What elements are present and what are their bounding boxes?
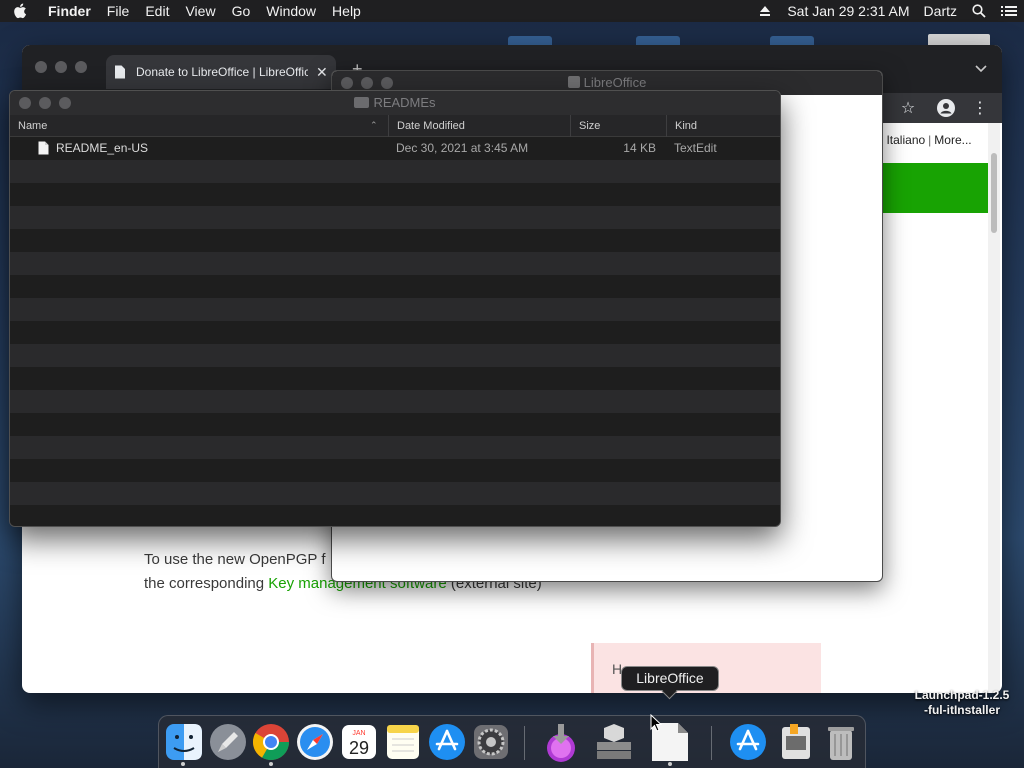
close-window-button[interactable] — [35, 61, 47, 73]
file-name: README_en-US — [56, 141, 149, 155]
document-icon — [38, 141, 49, 155]
dock: JAN 29 — [158, 715, 866, 768]
empty-row — [10, 229, 780, 252]
finder-icon[interactable] — [164, 722, 204, 762]
file-kind: TextEdit — [674, 141, 717, 155]
menu-app-name[interactable]: Finder — [40, 0, 99, 22]
apple-menu-icon[interactable] — [0, 0, 40, 22]
disk-utility-icon[interactable] — [594, 722, 634, 762]
safari-icon[interactable] — [295, 722, 335, 762]
running-indicator — [668, 762, 672, 766]
running-indicator — [269, 762, 273, 766]
list-header: Name ⌃ Date Modified Size Kind — [10, 115, 780, 137]
system-preferences-icon[interactable] — [471, 722, 511, 762]
desktop-item-label[interactable]: Launchpad-1.2.5 -ful-itInstaller — [900, 688, 1024, 718]
empty-row — [10, 275, 780, 298]
profile-avatar-icon[interactable] — [936, 98, 956, 118]
file-date: Dec 30, 2021 at 3:45 AM — [396, 141, 529, 155]
control-center-icon[interactable] — [994, 0, 1024, 22]
menu-go[interactable]: Go — [224, 0, 259, 22]
page-scrollbar[interactable] — [988, 123, 1000, 693]
dock-separator — [711, 726, 712, 760]
file-row[interactable]: README_en-US Dec 30, 2021 at 3:45 AM 14 … — [10, 137, 780, 160]
column-header-name[interactable]: Name — [10, 115, 388, 137]
empty-row — [10, 390, 780, 413]
column-header-kind[interactable]: Kind — [666, 115, 780, 137]
trash-icon[interactable] — [821, 722, 861, 762]
file-size: 14 KB — [623, 141, 656, 155]
running-indicator — [181, 762, 185, 766]
eject-icon[interactable] — [750, 0, 780, 22]
bookmark-star-icon[interactable]: ☆ — [898, 98, 918, 118]
empty-row — [10, 160, 780, 183]
empty-row — [10, 436, 780, 459]
column-header-size[interactable]: Size — [570, 115, 666, 137]
empty-row — [10, 482, 780, 505]
sort-ascending-icon: ⌃ — [370, 120, 378, 130]
empty-row — [10, 505, 780, 526]
tab-title: Donate to LibreOffice | LibreOffice — [136, 65, 308, 79]
downloads-folder-icon[interactable] — [776, 722, 816, 762]
menu-user[interactable]: Dartz — [917, 0, 964, 22]
chrome-icon[interactable] — [251, 722, 291, 762]
empty-row — [10, 413, 780, 436]
empty-row — [10, 344, 780, 367]
svg-text:JAN: JAN — [352, 730, 365, 737]
menu-view[interactable]: View — [177, 0, 223, 22]
launchpad-icon[interactable] — [208, 722, 248, 762]
app-store-folder-icon[interactable] — [728, 722, 768, 762]
page-icon — [115, 65, 125, 79]
column-header-date[interactable]: Date Modified — [388, 115, 570, 137]
scrollbar-thumb[interactable] — [991, 153, 997, 233]
empty-row — [10, 252, 780, 275]
finder-titlebar[interactable]: READMEs — [10, 91, 780, 115]
menu-edit[interactable]: Edit — [137, 0, 177, 22]
menu-help[interactable]: Help — [324, 0, 369, 22]
window-title: LibreOffice — [583, 75, 647, 90]
paragraph-text: the corresponding — [144, 575, 269, 592]
svg-text:29: 29 — [349, 738, 369, 758]
empty-row — [10, 367, 780, 390]
browser-tab[interactable]: Donate to LibreOffice | LibreOffice ✕ — [106, 55, 336, 89]
spotlight-search-icon[interactable] — [964, 0, 994, 22]
language-link-italiano[interactable]: Italiano — [886, 133, 925, 147]
menu-bar: Finder File Edit View Go Window Help Sat… — [0, 0, 1024, 22]
zoom-window-button[interactable] — [75, 61, 87, 73]
notes-icon[interactable] — [383, 722, 423, 762]
empty-row — [10, 206, 780, 229]
volume-icon — [567, 76, 580, 88]
empty-row — [10, 321, 780, 344]
menu-clock[interactable]: Sat Jan 29 2:31 AM — [780, 0, 916, 22]
menu-window[interactable]: Window — [258, 0, 324, 22]
empty-row — [10, 183, 780, 206]
dock-separator — [524, 726, 525, 760]
finder-window: READMEs Name ⌃ Date Modified Size Kind R… — [9, 90, 781, 527]
empty-row — [10, 298, 780, 321]
file-list: README_en-US Dec 30, 2021 at 3:45 AM 14 … — [10, 137, 780, 526]
folder-icon — [354, 97, 370, 108]
installer-icon[interactable] — [541, 722, 581, 762]
empty-row — [10, 459, 780, 482]
calendar-icon[interactable]: JAN 29 — [339, 722, 379, 762]
window-controls — [35, 61, 87, 73]
mouse-cursor-icon — [650, 714, 662, 732]
window-title: READMEs — [373, 95, 436, 110]
green-banner — [880, 163, 988, 213]
browser-menu-icon[interactable]: ⋮ — [970, 98, 990, 118]
language-more-link[interactable]: More... — [934, 133, 971, 147]
menu-file[interactable]: File — [99, 0, 138, 22]
tab-close-icon[interactable]: ✕ — [316, 64, 328, 81]
dock-tooltip: LibreOffice — [621, 666, 719, 691]
minimize-window-button[interactable] — [55, 61, 67, 73]
tab-search-chevron-icon[interactable] — [974, 61, 988, 75]
app-store-icon[interactable] — [427, 722, 467, 762]
